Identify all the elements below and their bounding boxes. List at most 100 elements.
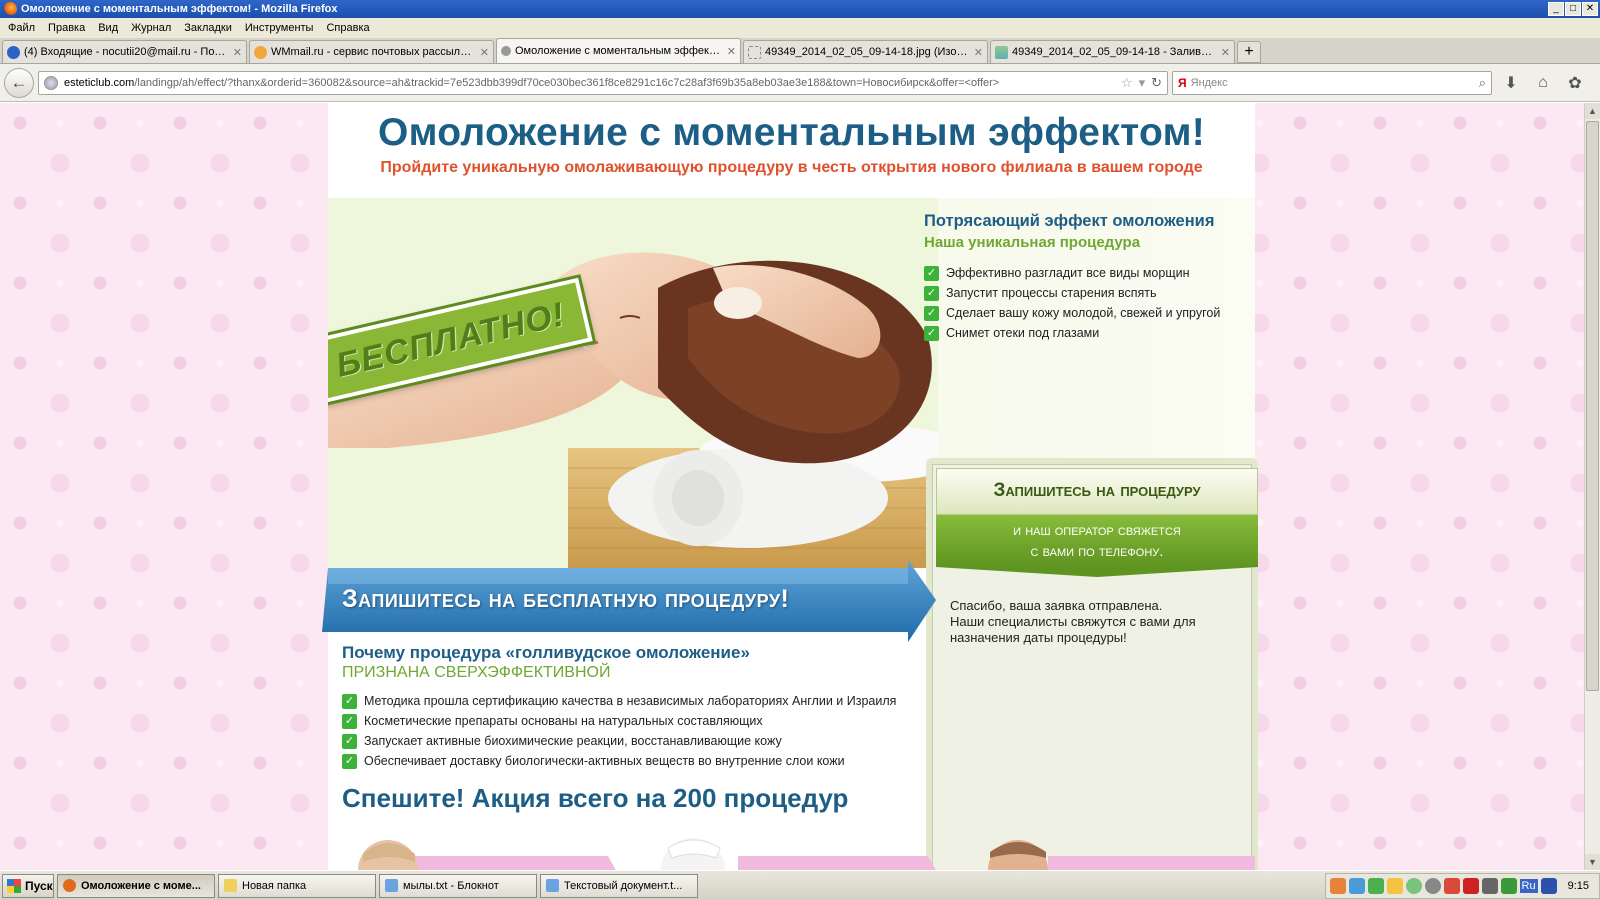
url-domain: esteticlub.com <box>64 76 135 89</box>
green-check-icon: ✓ <box>342 733 357 749</box>
tab-mail[interactable]: (4) Входящие - nocutii20@mail.ru - Поч..… <box>2 40 247 63</box>
menu-edit[interactable]: Правка <box>48 22 85 34</box>
scrollbar-thumb[interactable] <box>1586 121 1599 691</box>
effect-item: ✓ Снимет отеки под глазами <box>924 323 1254 343</box>
task-notepad[interactable]: мылы.txt - Блокнот <box>379 873 537 898</box>
effect-list: ✓ Эффективно разгладит все виды морщин ✓ З… <box>924 263 1254 343</box>
menu-file[interactable]: Файл <box>8 22 35 34</box>
banner-text: Запишитесь на бесплатную процедуру! <box>342 585 790 613</box>
tab-upload[interactable]: 49349_2014_02_05_09-14-18 - Заливка... ✕ <box>990 40 1235 63</box>
reload-icon[interactable]: ↻ <box>1151 75 1162 91</box>
tray-network-icon[interactable] <box>1348 877 1365 894</box>
maximize-button[interactable]: □ <box>1565 2 1581 16</box>
menu-tools[interactable]: Инструменты <box>245 22 314 34</box>
search-icon[interactable]: ⌕ <box>1479 75 1486 91</box>
tray-clock-icon[interactable] <box>1424 877 1441 894</box>
language-indicator[interactable]: Ru <box>1519 878 1538 893</box>
page-headline: Омоложение с моментальным эффектом! <box>377 111 1206 154</box>
window-titlebar: Омоложение с моментальным эффектом! - Mo… <box>0 0 1600 18</box>
why-item-text: Запускает активные биохимические реакции… <box>364 734 782 748</box>
why-item-text: Методика прошла сертификацию качества в … <box>364 694 897 708</box>
wmmail-favicon-icon <box>254 45 267 59</box>
tab-bar: (4) Входящие - nocutii20@mail.ru - Поч..… <box>0 38 1600 64</box>
tray-app-icon[interactable] <box>1329 877 1346 894</box>
start-button[interactable]: Пуск <box>2 873 54 898</box>
tab-label: WMmail.ru - сервис почтовых рассылок... <box>271 46 476 58</box>
tab-label: 49349_2014_02_05_09-14-18 - Заливка... <box>1012 46 1217 58</box>
tray-battery-icon[interactable] <box>1500 877 1517 894</box>
download-arrow-icon[interactable]: ⬇ <box>1498 73 1524 93</box>
folder-icon <box>224 879 237 892</box>
upload-favicon-icon <box>995 45 1008 59</box>
close-tab-icon[interactable]: ✕ <box>1221 46 1230 59</box>
search-placeholder: Яндекс <box>1190 76 1228 89</box>
menu-view[interactable]: Вид <box>98 22 118 34</box>
tray-media-icon[interactable] <box>1540 877 1557 894</box>
tab-active-landing[interactable]: Омоложение с моментальным эффектом! ✕ <box>496 38 741 63</box>
green-check-icon: ✓ <box>342 713 357 729</box>
form-ribbon-line2: с вами по телефону. <box>1030 543 1164 560</box>
notepad-icon <box>546 879 559 892</box>
system-clock[interactable]: 9:15 <box>1568 880 1589 892</box>
why-item-text: Обеспечивает доставку биологически-актив… <box>364 754 845 768</box>
back-arrow-icon[interactable]: ← <box>4 67 34 98</box>
green-check-icon: ✓ <box>924 265 939 281</box>
task-text-document[interactable]: Текстовый документ.t... <box>540 873 698 898</box>
tray-messenger-icon[interactable] <box>1386 877 1403 894</box>
address-bar[interactable]: esteticlub.com /landingp/ah/effect/?than… <box>38 70 1168 95</box>
task-folder[interactable]: Новая папка <box>218 873 376 898</box>
history-dropdown-icon[interactable]: ▾ <box>1139 75 1146 91</box>
menu-history[interactable]: Журнал <box>131 22 171 34</box>
why-title: Почему процедура «голливудское омоложени… <box>342 643 750 662</box>
signup-arrow-banner[interactable]: Запишитесь на бесплатную процедуру! <box>318 560 936 642</box>
tab-wmmail[interactable]: WMmail.ru - сервис почтовых рассылок... … <box>249 40 494 63</box>
window-title: Омоложение с моментальным эффектом! - Mo… <box>21 3 338 15</box>
signup-form-panel: Запишитесь на процедуру и наш оператор с… <box>926 458 1258 870</box>
yandex-engine-icon[interactable]: Я <box>1178 76 1187 90</box>
task-firefox[interactable]: Омоложение с моме... <box>57 873 215 898</box>
effect-item: ✓ Сделает вашу кожу молодой, свежей и упр… <box>924 303 1254 323</box>
effect-item-text: Снимет отеки под глазами <box>946 326 1100 340</box>
page-subheadline: Пройдите уникальную омолаживающую процед… <box>380 159 1203 176</box>
new-tab-button[interactable]: + <box>1237 41 1261 63</box>
tray-volume-icon[interactable] <box>1481 877 1498 894</box>
tray-shield-icon[interactable] <box>1367 877 1384 894</box>
tray-update-icon[interactable] <box>1443 877 1460 894</box>
tray-chat-icon[interactable] <box>1405 877 1422 894</box>
effect-section: Потрясающий эффект омоложения Наша уника… <box>924 212 1254 343</box>
addon-icon[interactable]: ✿ <box>1562 73 1588 93</box>
close-tab-icon[interactable]: ✕ <box>480 46 489 59</box>
tab-label: 49349_2014_02_05_09-14-18.jpg (Изоб... <box>765 46 970 58</box>
scroll-down-arrow-icon[interactable]: ▼ <box>1585 854 1600 870</box>
system-tray: Ru 9:15 <box>1324 872 1600 899</box>
start-label: Пуск <box>25 878 53 893</box>
vertical-scrollbar[interactable]: ▲ ▼ <box>1584 103 1600 870</box>
tab-image[interactable]: 49349_2014_02_05_09-14-18.jpg (Изоб... ✕ <box>743 40 988 63</box>
windows-taskbar: Пуск Омоложение с моме... Новая папка мы… <box>0 870 1600 900</box>
bookmark-star-icon[interactable]: ☆ <box>1121 75 1133 91</box>
form-message-line2: Наши специалисты свяжутся с вами для наз… <box>950 614 1196 645</box>
effect-item-text: Сделает вашу кожу молодой, свежей и упру… <box>946 306 1221 320</box>
tray-security-icon[interactable] <box>1462 877 1479 894</box>
firefox-icon <box>63 879 76 892</box>
menu-help[interactable]: Справка <box>326 22 369 34</box>
effect-item: ✓ Запустит процессы старения вспять <box>924 283 1254 303</box>
why-item: ✓ Запускает активные биохимические реакци… <box>342 731 922 751</box>
form-ribbon-line1: и наш оператор свяжется <box>1013 522 1181 539</box>
scroll-up-arrow-icon[interactable]: ▲ <box>1585 103 1600 119</box>
tab-label: (4) Входящие - nocutii20@mail.ru - Поч..… <box>24 46 229 58</box>
landing-page: Омоложение с моментальным эффектом! Прой… <box>322 103 1258 870</box>
close-tab-icon[interactable]: ✕ <box>233 46 242 59</box>
form-ribbon: и наш оператор свяжется с вами по телефо… <box>936 515 1258 577</box>
why-list: ✓ Методика прошла сертификацию качества в… <box>342 691 922 771</box>
search-box[interactable]: Я Яндекс ⌕ <box>1172 70 1492 95</box>
minimize-button[interactable]: _ <box>1548 2 1564 16</box>
why-item: ✓ Методика прошла сертификацию качества в… <box>342 691 922 711</box>
home-icon[interactable]: ⌂ <box>1530 74 1556 92</box>
close-window-button[interactable]: ✕ <box>1582 2 1598 16</box>
close-tab-icon[interactable]: ✕ <box>727 45 736 58</box>
tab-label: Омоложение с моментальным эффектом! <box>515 45 723 57</box>
page-favicon-icon <box>501 46 511 56</box>
close-tab-icon[interactable]: ✕ <box>974 46 983 59</box>
menu-bookmarks[interactable]: Закладки <box>184 22 232 34</box>
